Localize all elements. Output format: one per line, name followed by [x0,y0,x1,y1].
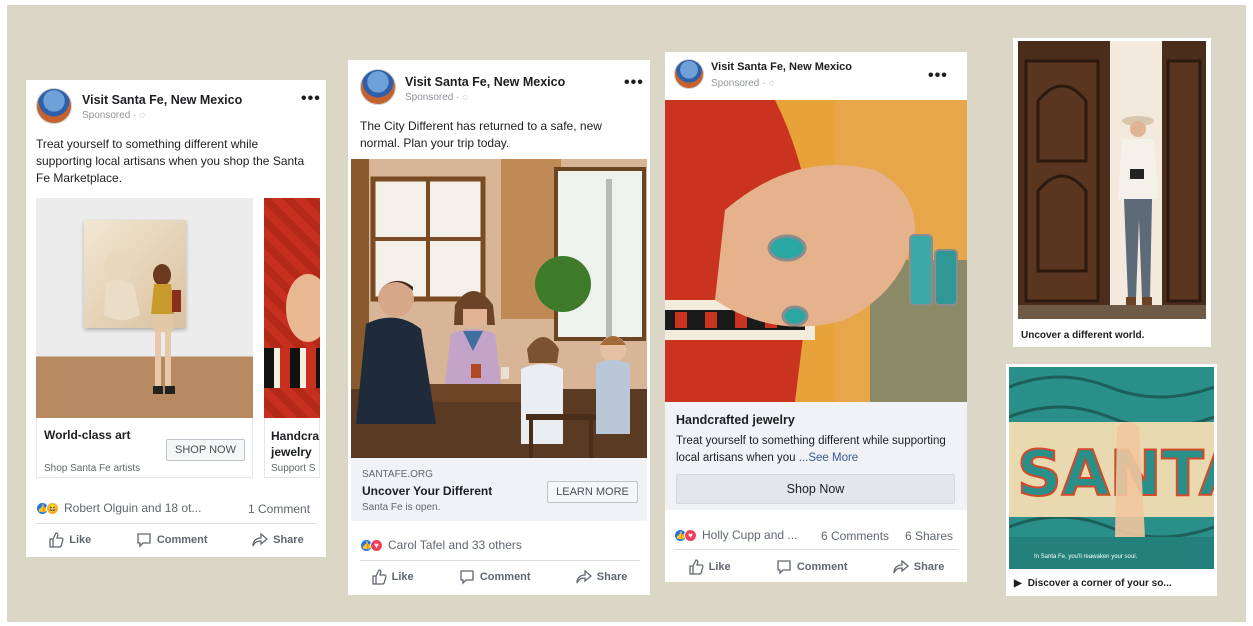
love-reaction-icon: ♥ [684,528,697,542]
thumbs-up-icon [49,532,64,548]
story-image-doorway [1018,41,1206,319]
more-options-icon[interactable]: ••• [928,67,948,85]
post-text: The City Different has returned to a saf… [360,119,602,150]
story-caption[interactable]: Uncover a different world. [1021,330,1144,341]
carousel-description-2: Support S [271,463,316,474]
carousel-image-art[interactable] [36,198,253,418]
link-title[interactable]: Uncover Your Different [362,484,492,498]
thumbs-up-icon [688,559,704,575]
link-domain: SANTAFE.ORG [362,469,433,480]
divider [360,560,640,561]
page-avatar[interactable] [674,59,704,89]
ad-image-jewelry[interactable] [665,100,967,402]
learn-more-button[interactable]: LEARN MORE [547,481,638,503]
carousel-headline-2[interactable]: Handcra jewelry [271,428,319,460]
share-icon [576,569,592,584]
mural-text: SANTA [1017,437,1214,510]
comment-button[interactable]: Comment [136,532,208,548]
reaction-summary[interactable]: 👍 😆 Robert Olguin and 18 ot... [36,501,201,515]
share-button[interactable]: Share [576,569,627,585]
page-avatar[interactable] [36,88,72,124]
page-name[interactable]: Visit Santa Fe, New Mexico [82,93,242,107]
sponsored-label: Sponsored · ◌ [711,78,775,89]
story-overlay-text: In Santa Fe, you'll reawaken your soul. [1034,554,1138,560]
love-reaction-icon: ♥ [370,538,383,552]
action-bar: Like Comment Share [26,528,326,552]
link-description: Santa Fe is open. [362,502,441,513]
story-image-mural: SANTA [1009,367,1214,569]
ad-body: Treat yourself to something different wh… [676,435,946,464]
comment-count[interactable]: 1 Comment [248,502,310,516]
single-image-ad-card: Visit Santa Fe, New Mexico Sponsored · ◌… [665,52,967,582]
shop-now-button[interactable]: Shop Now [676,474,955,504]
action-bar: Like Comment Share [665,555,967,579]
visitor-figure [104,251,181,394]
share-count[interactable]: 6 Shares [905,529,953,543]
haha-reaction-icon: 😆 [46,501,59,515]
woman-in-doorway-photo [1018,41,1206,319]
share-icon [252,532,269,547]
story-ad-doorway[interactable]: Uncover a different world. [1013,38,1211,347]
carousel-ad-card: Visit Santa Fe, New Mexico Sponsored · ◌… [26,80,326,557]
thumbs-up-icon [371,569,387,585]
comment-icon [460,570,474,585]
page-avatar[interactable] [360,69,396,105]
share-button[interactable]: Share [252,532,304,548]
comment-button[interactable]: Comment [459,569,531,585]
comment-button[interactable]: Comment [776,559,848,575]
comment-icon [137,533,151,548]
reaction-summary[interactable]: 👍 ♥ Holly Cupp and ... [674,528,797,542]
like-button[interactable]: Like [688,559,731,575]
page-name[interactable]: Visit Santa Fe, New Mexico [711,61,852,73]
share-button[interactable]: Share [893,559,944,575]
like-button[interactable]: Like [48,532,91,548]
sponsored-label: Sponsored · ◌ [405,92,469,103]
story-caption[interactable]: ▶ Discover a corner of your so... [1014,578,1172,589]
comment-count[interactable]: 6 Comments [821,529,889,543]
reaction-summary[interactable]: 👍 ♥ Carol Tafel and 33 others [360,538,522,552]
carousel-description: Shop Santa Fe artists [44,463,141,474]
page-name[interactable]: Visit Santa Fe, New Mexico [405,75,565,89]
more-options-icon[interactable]: ••• [624,74,644,92]
divider [36,523,316,524]
play-icon[interactable]: ▶ [1014,578,1022,589]
ad-headline[interactable]: Handcrafted jewelry [676,413,795,427]
story-ad-mural[interactable]: SANTA In Santa Fe, you'll reawaken your … [1006,364,1217,596]
family-dining-photo [351,159,647,458]
share-icon [893,559,909,574]
comment-icon [777,560,791,575]
see-more-link[interactable]: ...See More [799,452,858,464]
like-button[interactable]: Like [371,569,414,585]
divider [674,549,958,550]
santa-fe-mural-photo: SANTA [1009,367,1214,569]
post-text: Treat yourself to something different wh… [36,137,305,185]
carousel-headline[interactable]: World-class art [44,428,130,442]
shop-now-button[interactable]: SHOP NOW [166,439,245,461]
more-options-icon[interactable]: ••• [301,90,321,108]
turquoise-rings-photo [665,100,967,402]
link-ad-card: Visit Santa Fe, New Mexico Sponsored · ◌… [348,60,650,595]
sponsored-label: Sponsored · ◌ [82,110,146,121]
carousel-image-jewelry[interactable] [264,198,320,418]
action-bar: Like Comment Share [348,565,650,589]
link-image-restaurant[interactable] [351,159,647,458]
